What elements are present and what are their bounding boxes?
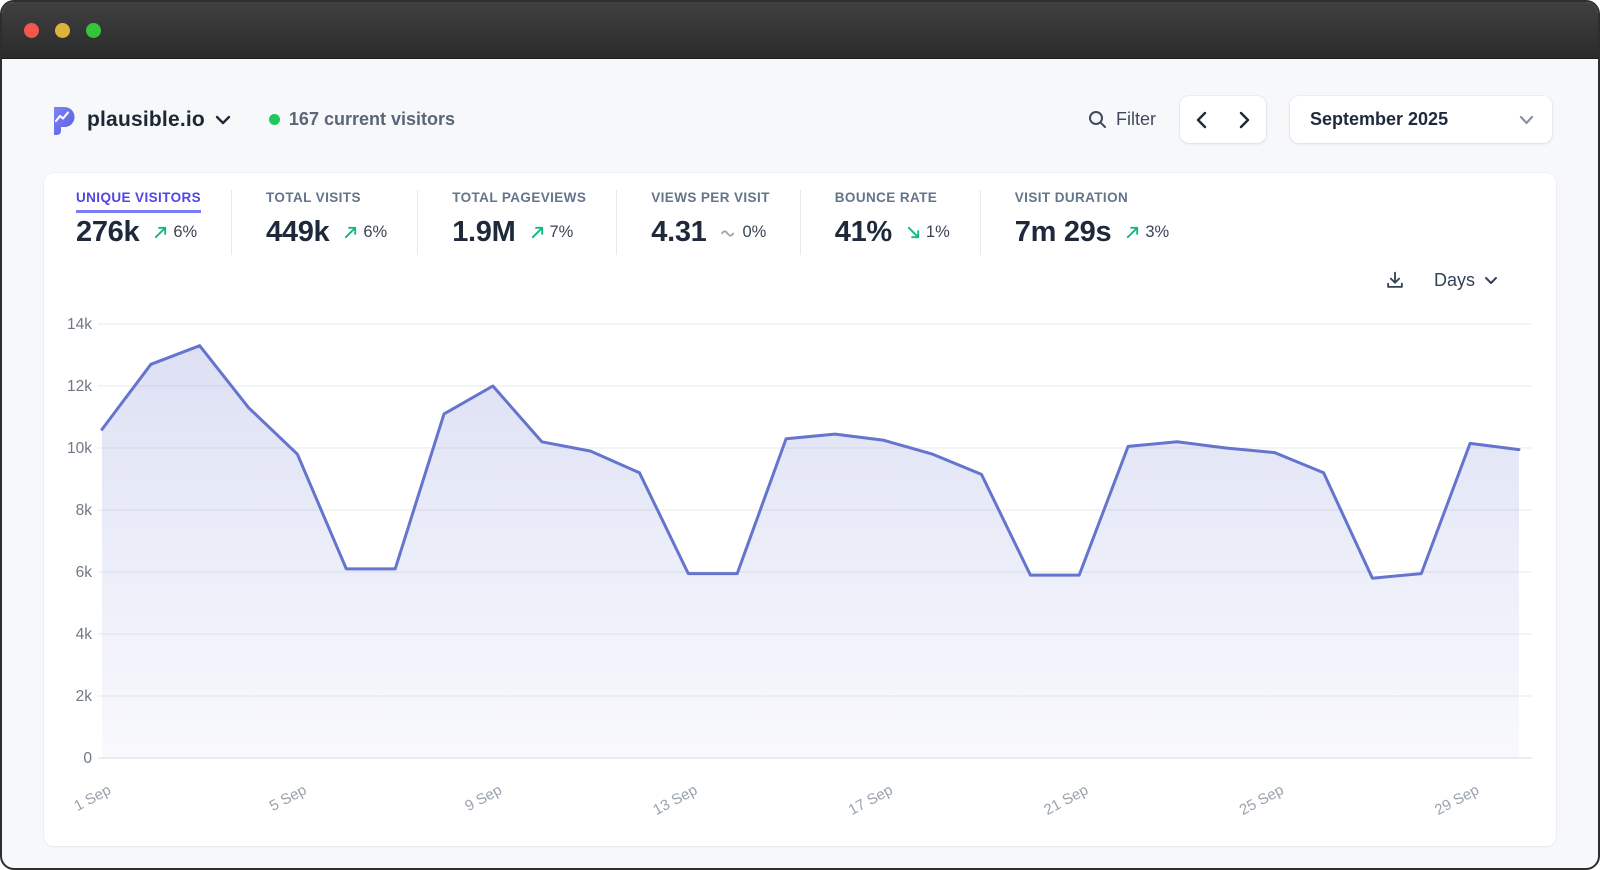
download-icon — [1384, 269, 1406, 291]
svg-text:9 Sep: 9 Sep — [462, 782, 505, 815]
stat-delta: 0% — [720, 223, 766, 242]
stat-value: 7m 29s — [1015, 216, 1112, 249]
chevron-down-icon — [1519, 115, 1534, 125]
interval-label: Days — [1434, 270, 1475, 291]
interval-select[interactable]: Days — [1434, 270, 1498, 291]
stat-delta: 3% — [1125, 223, 1169, 242]
stat-label: BOUNCE RATE — [835, 190, 950, 205]
stat-views-per-visit[interactable]: VIEWS PER VISIT 4.31 0% — [616, 190, 800, 255]
current-visitors-label: 167 current visitors — [289, 109, 455, 130]
stat-delta: 6% — [343, 223, 387, 242]
app-window: plausible.io 167 current visitors Filter — [0, 0, 1600, 870]
chevron-down-icon — [1484, 276, 1498, 285]
close-window-button[interactable] — [24, 23, 39, 38]
minimize-window-button[interactable] — [55, 23, 70, 38]
chart-canvas[interactable]: 0 2k 4k 6k 8k 10k 12k 14k 1 Sep 5 Sep 9 Sep 13 Sep 1… — [52, 301, 1547, 826]
trend-flat-icon — [720, 227, 737, 239]
window-titlebar — [2, 2, 1598, 59]
analytics-card: UNIQUE VISITORS 276k 6% TOTAL VISITS 449… — [44, 173, 1556, 846]
chevron-down-icon — [215, 115, 231, 125]
previous-period-button[interactable] — [1180, 96, 1223, 143]
svg-text:2k: 2k — [76, 688, 93, 705]
visitors-chart: 0 2k 4k 6k 8k 10k 12k 14k 1 Sep 5 Sep 9 Sep 13 Sep 1… — [52, 301, 1556, 831]
date-range-select[interactable]: September 2025 — [1290, 96, 1552, 143]
stat-label: TOTAL VISITS — [266, 190, 387, 205]
svg-text:6k: 6k — [76, 564, 93, 581]
svg-text:17 Sep: 17 Sep — [846, 782, 896, 819]
stats-row: UNIQUE VISITORS 276k 6% TOTAL VISITS 449… — [44, 190, 1556, 255]
svg-text:25 Sep: 25 Sep — [1237, 782, 1287, 819]
svg-text:10k: 10k — [67, 440, 92, 457]
stat-value: 4.31 — [651, 216, 706, 249]
stat-delta: 6% — [153, 223, 197, 242]
site-name: plausible.io — [87, 108, 205, 132]
stat-delta: 1% — [906, 223, 950, 242]
stat-visit-duration[interactable]: VISIT DURATION 7m 29s 3% — [980, 190, 1199, 255]
stat-label: VIEWS PER VISIT — [651, 190, 770, 205]
stat-value: 449k — [266, 216, 329, 249]
next-period-button[interactable] — [1223, 96, 1266, 143]
zoom-window-button[interactable] — [86, 23, 101, 38]
stat-value: 1.9M — [452, 216, 515, 249]
stat-unique-visitors[interactable]: UNIQUE VISITORS 276k 6% — [76, 190, 231, 255]
current-visitors[interactable]: 167 current visitors — [269, 109, 455, 130]
trend-up-icon — [530, 225, 545, 240]
svg-text:13 Sep: 13 Sep — [650, 782, 700, 819]
site-picker[interactable]: plausible.io — [50, 105, 231, 135]
stat-label: VISIT DURATION — [1015, 190, 1169, 205]
svg-text:5 Sep: 5 Sep — [267, 782, 310, 815]
filter-button[interactable]: Filter — [1088, 109, 1156, 130]
search-icon — [1088, 110, 1107, 129]
stat-value: 276k — [76, 216, 139, 249]
stat-total-visits[interactable]: TOTAL VISITS 449k 6% — [231, 190, 417, 255]
live-dot-icon — [269, 114, 280, 125]
plausible-logo-icon — [50, 105, 77, 135]
svg-text:4k: 4k — [76, 626, 93, 643]
svg-text:21 Sep: 21 Sep — [1041, 782, 1091, 819]
trend-up-icon — [1125, 225, 1140, 240]
period-nav — [1180, 96, 1266, 143]
stat-value: 41% — [835, 216, 892, 249]
export-download-button[interactable] — [1384, 269, 1406, 291]
trend-up-icon — [343, 225, 358, 240]
chart-controls: Days — [44, 263, 1556, 297]
svg-text:8k: 8k — [76, 502, 93, 519]
stat-delta: 7% — [530, 223, 574, 242]
trend-up-icon — [153, 225, 168, 240]
svg-text:12k: 12k — [67, 378, 92, 395]
svg-text:29 Sep: 29 Sep — [1432, 782, 1482, 819]
stat-label: TOTAL PAGEVIEWS — [452, 190, 586, 205]
svg-text:1 Sep: 1 Sep — [71, 782, 114, 815]
filter-label: Filter — [1116, 109, 1156, 130]
svg-text:14k: 14k — [67, 316, 92, 333]
dashboard-header: plausible.io 167 current visitors Filter — [50, 96, 1552, 143]
date-range-label: September 2025 — [1310, 109, 1448, 130]
svg-text:0: 0 — [83, 750, 92, 767]
stat-total-pageviews[interactable]: TOTAL PAGEVIEWS 1.9M 7% — [417, 190, 616, 255]
stat-label: UNIQUE VISITORS — [76, 190, 201, 205]
trend-down-icon — [906, 225, 921, 240]
stat-bounce-rate[interactable]: BOUNCE RATE 41% 1% — [800, 190, 980, 255]
